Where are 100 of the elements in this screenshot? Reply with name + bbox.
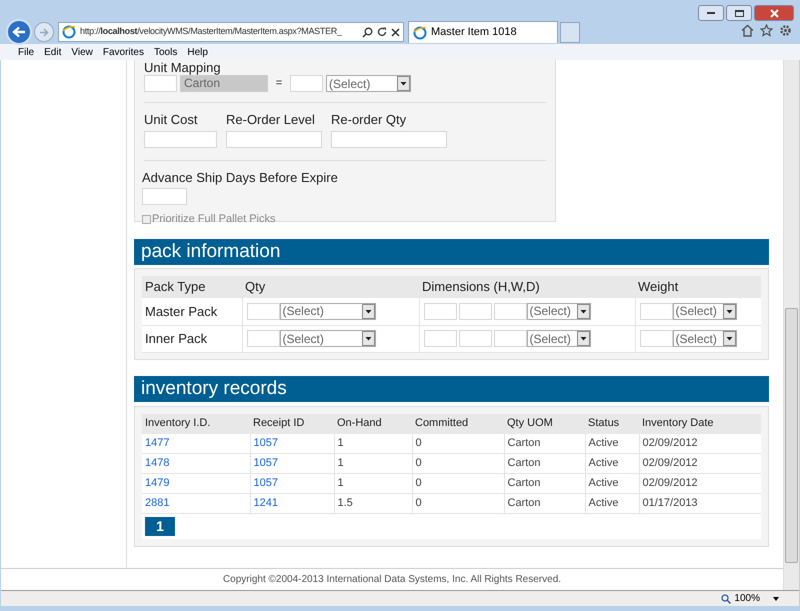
maximize-button[interactable]: [726, 5, 752, 21]
table-cell: Inner Pack: [142, 325, 242, 352]
input-field[interactable]: [494, 330, 526, 347]
menu-item[interactable]: Tools: [154, 44, 178, 60]
equals-sign: =: [274, 76, 284, 92]
globe-e-icon: [413, 26, 427, 40]
search-icon[interactable]: [362, 26, 373, 38]
table-cell: Carton: [504, 454, 585, 474]
section-header: inventory records: [134, 376, 769, 402]
input-field[interactable]: [246, 330, 280, 347]
close-button[interactable]: [754, 5, 794, 21]
caret-icon: [722, 331, 736, 346]
table-cell: Carton: [504, 494, 585, 514]
select-field[interactable]: (Select): [280, 302, 376, 320]
input-field[interactable]: [331, 130, 447, 148]
caret-icon[interactable]: [773, 596, 779, 600]
menu-item[interactable]: Edit: [44, 44, 62, 60]
caret-icon: [576, 304, 590, 319]
caret-icon: [397, 76, 410, 91]
star-icon[interactable]: [760, 24, 773, 37]
select-field[interactable]: (Select): [672, 302, 736, 320]
column-header: Status: [585, 414, 639, 434]
input-field[interactable]: [458, 302, 492, 320]
table-cell: Master Pack: [142, 298, 242, 325]
field-label: Unit Mapping: [144, 60, 222, 75]
record-link[interactable]: 1057: [254, 437, 278, 449]
address-text: http://localhost/velocityWMS/MasterItem/MasterItem.aspx?MASTER_: [80, 25, 343, 38]
refresh-icon[interactable]: [377, 27, 387, 37]
select-field[interactable]: (Select): [280, 330, 376, 347]
record-link[interactable]: 1057: [254, 477, 278, 490]
page-button[interactable]: 1: [145, 517, 175, 536]
address-bar[interactable]: http://localhost/velocityWMS/MasterItem/MasterItem.aspx?MASTER_: [58, 22, 404, 42]
minimize-button[interactable]: [698, 5, 724, 21]
caret-icon: [362, 304, 374, 319]
input-field[interactable]: Carton: [180, 75, 268, 92]
table-cell: 0: [412, 494, 504, 514]
forward-button[interactable]: [34, 22, 54, 42]
column-header: Pack Type: [142, 276, 242, 298]
field-label: Re-Order Level: [226, 111, 316, 129]
input-field[interactable]: [424, 302, 456, 320]
table-cell: Active: [585, 434, 639, 454]
record-link[interactable]: 1057: [254, 457, 278, 470]
table-cell: 0: [412, 434, 504, 454]
table-cell: 1: [334, 434, 412, 454]
input-field[interactable]: [424, 330, 456, 347]
home-icon[interactable]: [741, 24, 754, 37]
new-tab-button[interactable]: [560, 22, 580, 42]
caret-icon: [722, 304, 736, 319]
zoom-icon[interactable]: [721, 594, 732, 604]
input-field[interactable]: [640, 302, 672, 320]
record-link[interactable]: 1478: [145, 457, 170, 470]
copyright-text: Copyright ©2004-2013 International Data Systems, Inc. All Rights Reserved.: [222, 573, 562, 587]
record-link[interactable]: 1241: [254, 497, 278, 510]
select-field[interactable]: (Select): [526, 302, 590, 320]
forward-arrow-icon: [39, 28, 49, 36]
back-button[interactable]: [6, 19, 32, 45]
input-field[interactable]: [142, 188, 187, 205]
input-field[interactable]: [144, 130, 217, 148]
close-icon[interactable]: [391, 28, 400, 36]
column-header: Dimensions (H,W,D): [419, 276, 635, 298]
back-arrow-icon: [12, 26, 26, 38]
scrollbar[interactable]: [783, 60, 799, 590]
column-header: Qty: [242, 276, 419, 298]
settings-icon[interactable]: [779, 24, 792, 37]
column-header: Receipt ID: [250, 414, 334, 434]
column-header: Qty UOM: [504, 414, 585, 434]
input-field[interactable]: [458, 330, 492, 347]
table-cell: 01/17/2013: [639, 494, 761, 514]
table-cell: Carton: [504, 474, 585, 494]
field-label: Advance Ship Days Before Expire: [142, 168, 339, 187]
input-field[interactable]: [290, 75, 323, 92]
menu-item[interactable]: Favorites: [102, 44, 144, 60]
select-field[interactable]: (Select): [326, 75, 411, 92]
record-link[interactable]: 1479: [145, 477, 170, 490]
input-field[interactable]: [246, 302, 280, 320]
globe-e-icon: [62, 25, 76, 39]
menu-item[interactable]: View: [71, 44, 93, 60]
checkbox-label: Prioritize Full Pallet Picks: [152, 212, 276, 227]
section-header: pack information: [134, 239, 769, 265]
input-field[interactable]: [640, 330, 672, 347]
menu-item[interactable]: Help: [187, 44, 208, 60]
select-field[interactable]: (Select): [526, 330, 590, 347]
caret-icon: [576, 331, 590, 346]
record-link[interactable]: 2881: [145, 497, 170, 510]
caret-icon: [362, 331, 374, 346]
input-field[interactable]: [494, 302, 526, 320]
record-link[interactable]: 1477: [145, 437, 170, 449]
zoom-level[interactable]: 100%: [734, 591, 760, 606]
column-header: Inventory Date: [639, 414, 761, 434]
field-label: Re-order Qty: [331, 111, 408, 129]
browser-tab[interactable]: Master Item 1018: [408, 21, 558, 43]
input-field[interactable]: [144, 75, 177, 92]
select-field[interactable]: (Select): [672, 330, 736, 347]
table-cell: Carton: [504, 434, 585, 454]
table-cell: 1: [334, 474, 412, 494]
table-cell: Active: [585, 454, 639, 474]
menu-item[interactable]: File: [18, 44, 34, 60]
column-header: Committed: [412, 414, 504, 434]
column-header: On-Hand: [334, 414, 412, 434]
input-field[interactable]: [226, 130, 322, 148]
